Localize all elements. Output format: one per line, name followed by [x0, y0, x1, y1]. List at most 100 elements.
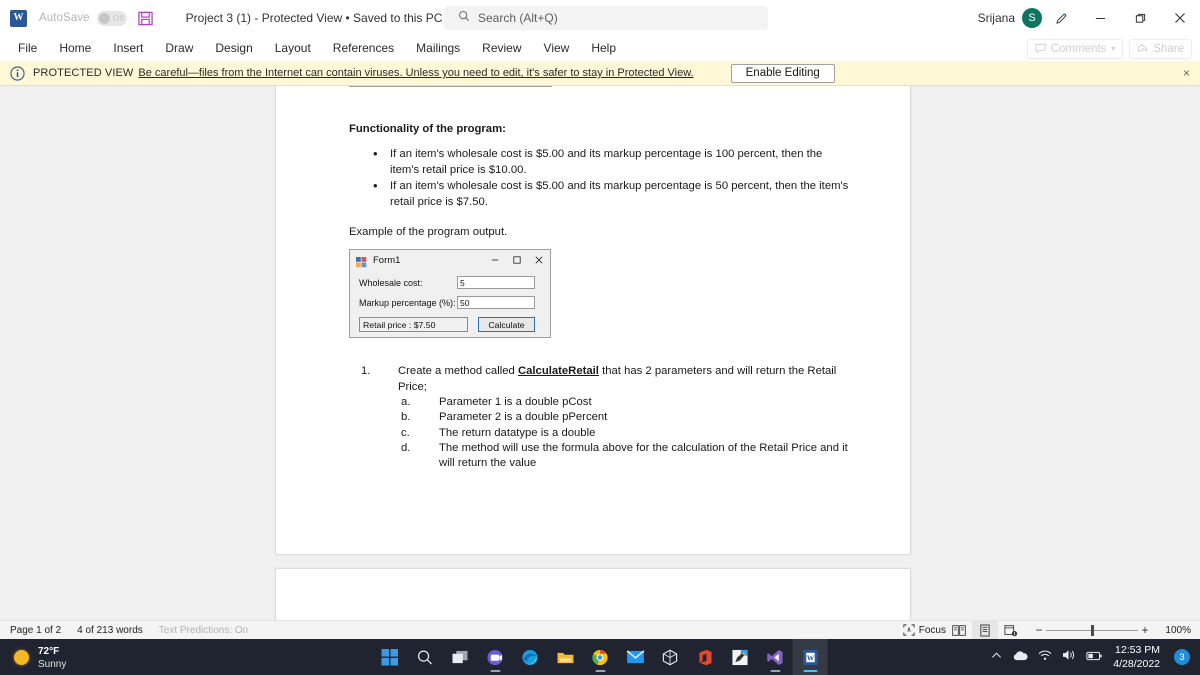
requirement-text-before: Create a method called: [398, 365, 518, 377]
app-running-indicator: [595, 670, 605, 672]
read-mode-icon: [952, 624, 966, 636]
wifi-icon[interactable]: [1038, 648, 1052, 666]
autosave-label: AutoSave: [39, 12, 90, 24]
weather-temperature: 72°F: [38, 646, 60, 657]
web-layout-button[interactable]: [998, 621, 1024, 640]
start-button[interactable]: [373, 639, 408, 675]
task-view-icon[interactable]: [443, 639, 478, 675]
close-icon[interactable]: ×: [1183, 66, 1190, 80]
requirement-sub-list: a. Parameter 1 is a double pCost b. Para…: [349, 395, 849, 471]
list-marker: c.: [401, 426, 410, 439]
form-app-icon: [356, 255, 367, 267]
list-marker: b.: [401, 411, 411, 424]
tab-mailings[interactable]: Mailings: [405, 36, 471, 61]
list-marker: 1.: [361, 365, 371, 377]
weather-widget[interactable]: 72°F Sunny: [14, 644, 66, 670]
account-name[interactable]: Srijana: [978, 11, 1015, 25]
save-icon[interactable]: [137, 11, 153, 26]
form1-window-buttons: [484, 250, 550, 270]
system-tray: 12:53 PM 4/28/2022 3: [991, 644, 1200, 670]
search-placeholder: Search (Alt+Q): [478, 11, 558, 25]
tab-home[interactable]: Home: [48, 36, 102, 61]
tab-insert[interactable]: Insert: [102, 36, 154, 61]
protected-view-message[interactable]: Be careful—files from the Internet can c…: [138, 67, 693, 79]
close-button[interactable]: [1160, 0, 1200, 36]
app-running-indicator: [770, 670, 780, 672]
tab-view[interactable]: View: [533, 36, 581, 61]
document-page-1: Functionality of the program: If an item…: [275, 86, 911, 555]
chevron-down-icon[interactable]: ▾: [1111, 44, 1115, 53]
tab-draw[interactable]: Draw: [154, 36, 204, 61]
edge-icon[interactable]: [513, 639, 548, 675]
example-caption: Example of the program output.: [349, 226, 508, 238]
list-item: d. The method will use the formula above…: [349, 441, 849, 472]
list-item: If an item's wholesale cost is $5.00 and…: [349, 146, 849, 178]
autosave-toggle[interactable]: Off: [96, 10, 127, 26]
office-icon[interactable]: [688, 639, 723, 675]
restore-button[interactable]: [1120, 0, 1160, 36]
chrome-icon[interactable]: [583, 639, 618, 675]
volume-icon[interactable]: [1062, 648, 1076, 666]
word-taskbar-icon[interactable]: W: [792, 639, 828, 675]
onedrive-icon[interactable]: [1012, 648, 1028, 666]
autosave-state-label: Off: [112, 13, 124, 23]
markup-percentage-row: Markup percentage (%): 50: [359, 296, 550, 309]
tab-layout[interactable]: Layout: [264, 36, 322, 61]
form-minimize-icon: [484, 250, 506, 270]
teams-icon[interactable]: [478, 639, 513, 675]
list-marker: a.: [401, 396, 411, 408]
zoom-slider[interactable]: − +: [1032, 623, 1152, 637]
battery-icon[interactable]: [1086, 648, 1103, 666]
share-button[interactable]: Share: [1129, 38, 1192, 59]
pen-icon[interactable]: [1042, 0, 1080, 36]
3d-viewer-icon[interactable]: [653, 639, 688, 675]
word-count[interactable]: 4 of 213 words: [77, 625, 143, 636]
show-hidden-icons[interactable]: [991, 648, 1002, 666]
enable-editing-button[interactable]: Enable Editing: [730, 63, 835, 83]
wholesale-cost-field: 5: [457, 276, 535, 289]
list-marker: d.: [401, 441, 411, 454]
zoom-out-button[interactable]: −: [1032, 623, 1046, 637]
focus-button[interactable]: Focus: [903, 624, 946, 636]
tab-file[interactable]: File: [7, 36, 48, 61]
zoom-thumb[interactable]: [1091, 624, 1094, 636]
word-application-window: W AutoSave Off Project 3 (1) - Protected…: [0, 0, 1200, 675]
document-title[interactable]: Project 3 (1) - Protected View • Saved t…: [186, 11, 443, 25]
list-item: c. The return datatype is a double: [349, 426, 849, 441]
text-predictions-status[interactable]: Text Predictions: On: [159, 625, 248, 636]
file-explorer-icon[interactable]: [548, 639, 583, 675]
snip-sketch-icon[interactable]: [723, 639, 758, 675]
list-item: a. Parameter 1 is a double pCost: [349, 395, 849, 410]
sun-icon: [14, 649, 29, 665]
page-indicator[interactable]: Page 1 of 2: [10, 625, 61, 636]
tab-help[interactable]: Help: [580, 36, 627, 61]
read-mode-button[interactable]: [946, 621, 972, 640]
document-canvas[interactable]: Functionality of the program: If an item…: [0, 86, 1200, 620]
retail-price-output: Retail price : $7.50: [359, 317, 468, 332]
zoom-level[interactable]: 100%: [1161, 625, 1191, 636]
print-layout-icon: [980, 624, 990, 636]
zoom-track[interactable]: [1046, 624, 1138, 636]
form-maximize-icon: [506, 250, 528, 270]
zoom-in-button[interactable]: +: [1138, 623, 1152, 637]
mail-icon[interactable]: [618, 639, 653, 675]
comments-button[interactable]: Comments ▾: [1026, 38, 1124, 59]
clock[interactable]: 12:53 PM 4/28/2022: [1113, 644, 1160, 670]
search-taskbar-icon[interactable]: [408, 639, 443, 675]
sub-item-text: Parameter 1 is a double pCost: [439, 396, 592, 408]
svg-text:W: W: [806, 653, 814, 662]
avatar[interactable]: S: [1022, 8, 1042, 28]
tab-review[interactable]: Review: [471, 36, 532, 61]
weather-text: 72°F Sunny: [38, 644, 66, 670]
sub-item-text: The method will use the formula above fo…: [439, 441, 848, 470]
clock-time: 12:53 PM: [1115, 644, 1160, 656]
share-label: Share: [1153, 42, 1184, 55]
minimize-button[interactable]: [1080, 0, 1120, 36]
notification-badge[interactable]: 3: [1174, 649, 1190, 665]
tab-references[interactable]: References: [322, 36, 405, 61]
calculate-button: Calculate: [478, 317, 535, 332]
visual-studio-icon[interactable]: [758, 639, 793, 675]
print-layout-button[interactable]: [972, 620, 998, 640]
search-input[interactable]: Search (Alt+Q): [444, 6, 768, 30]
tab-design[interactable]: Design: [204, 36, 263, 61]
